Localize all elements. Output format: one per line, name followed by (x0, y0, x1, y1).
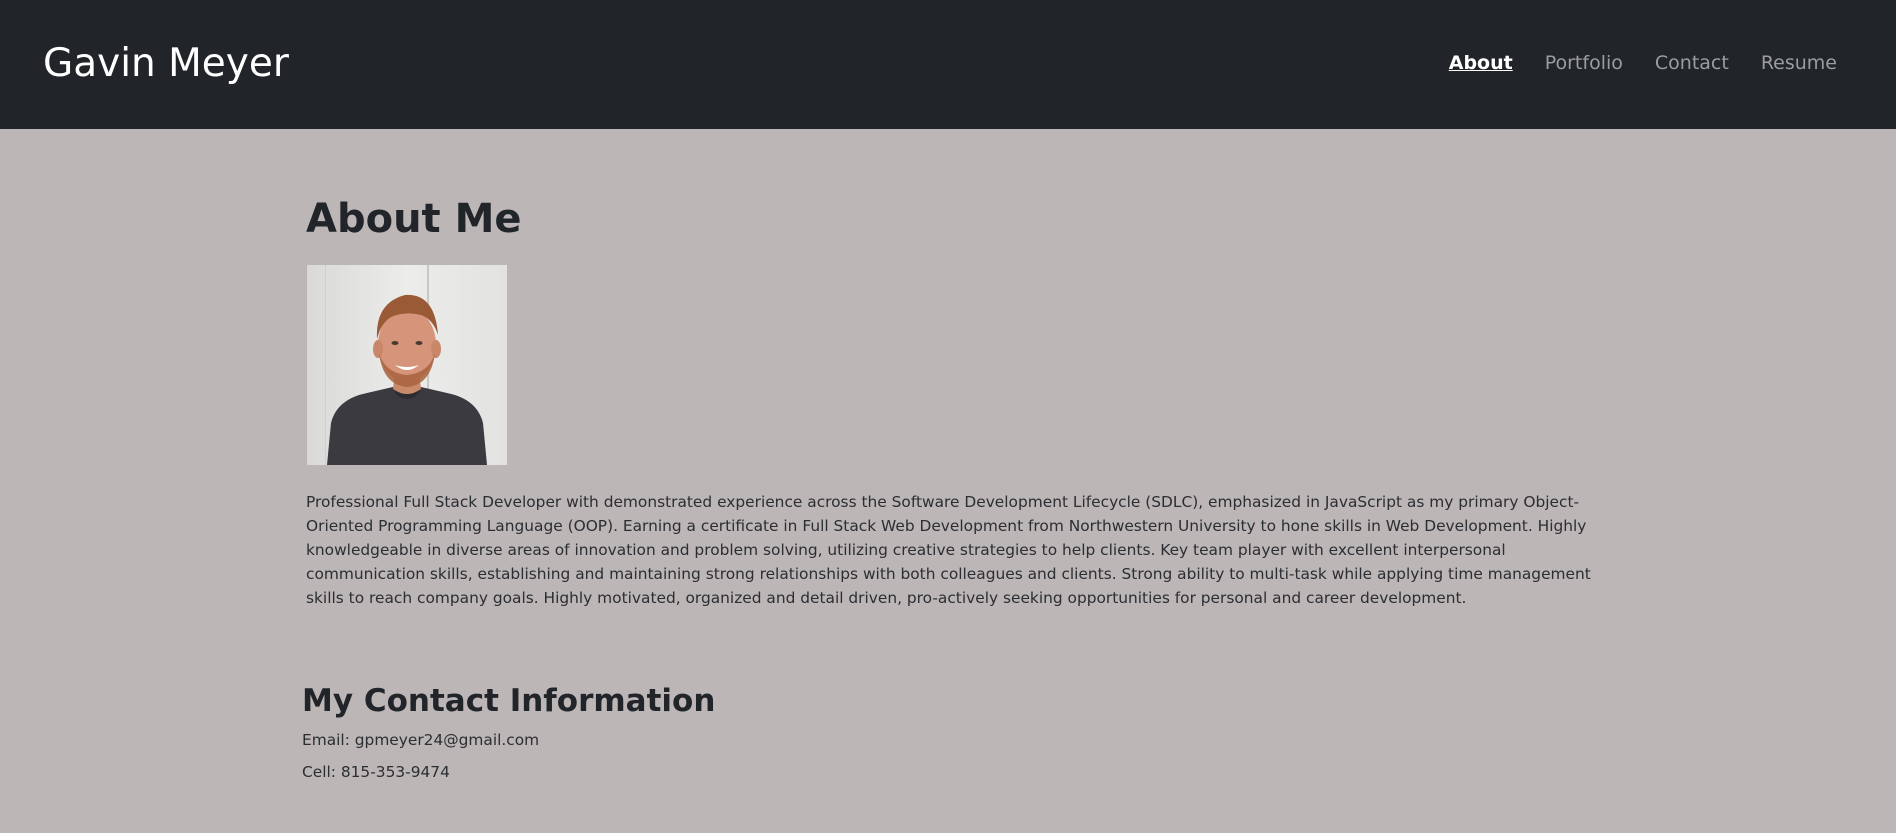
nav-link-contact[interactable]: Contact (1655, 50, 1729, 76)
navbar: Gavin Meyer About Portfolio Contact Resu… (0, 0, 1896, 129)
nav-link-portfolio[interactable]: Portfolio (1545, 50, 1623, 76)
nav-link-about[interactable]: About (1449, 50, 1513, 76)
nav-link-resume[interactable]: Resume (1761, 50, 1837, 76)
brand-title[interactable]: Gavin Meyer (43, 38, 289, 90)
contact-title: My Contact Information (302, 683, 716, 719)
profile-photo-illustration (307, 265, 507, 465)
profile-photo (307, 265, 507, 465)
about-title: About Me (306, 196, 522, 242)
bio-paragraph: Professional Full Stack Developer with d… (306, 493, 1591, 607)
nav-links: About Portfolio Contact Resume (1449, 50, 1837, 76)
contact-cell: Cell: 815-353-9474 (302, 763, 450, 781)
contact-email: Email: gpmeyer24@gmail.com (302, 731, 540, 749)
